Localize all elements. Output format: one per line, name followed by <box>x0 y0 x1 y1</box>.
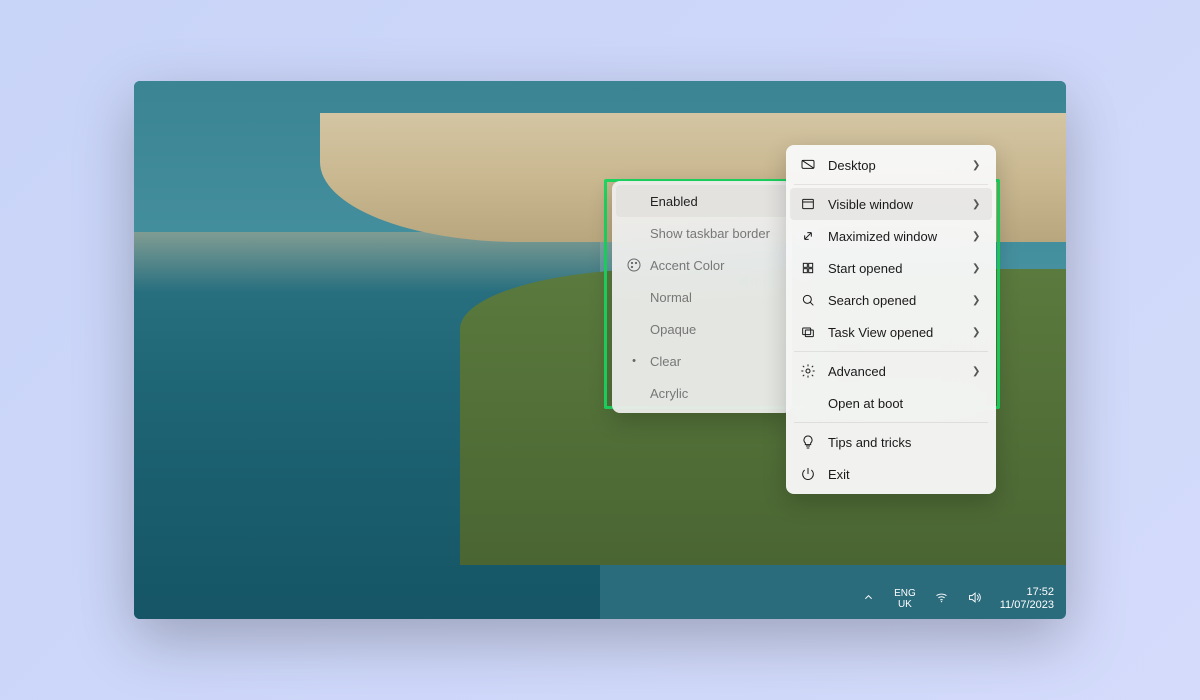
submenu-panel: Enabled Show taskbar border Accent Color… <box>612 181 792 413</box>
menu-label: Desktop <box>828 158 972 173</box>
keyboard-layout: UK <box>894 599 916 610</box>
submenu-show-taskbar-border[interactable]: Show taskbar border <box>616 217 788 249</box>
menu-open-at-boot[interactable]: Open at boot <box>790 387 992 419</box>
menu-label: Tips and tricks <box>828 435 982 450</box>
submenu-opaque[interactable]: Opaque <box>616 313 788 345</box>
wifi-button[interactable] <box>930 588 953 610</box>
blank-icon <box>800 395 816 411</box>
menu-label: Advanced <box>828 364 972 379</box>
menu-desktop[interactable]: Desktop ❯ <box>790 149 992 181</box>
menu-search-opened[interactable]: Search opened ❯ <box>790 284 992 316</box>
menu-tips-and-tricks[interactable]: Tips and tricks <box>790 426 992 458</box>
chevron-right-icon: ❯ <box>972 199 982 210</box>
maximize-icon <box>800 228 816 244</box>
menu-separator <box>794 422 988 423</box>
menu-label: Maximized window <box>828 229 972 244</box>
chevron-right-icon: ❯ <box>972 295 982 306</box>
submenu-label: Enabled <box>650 194 778 209</box>
language-switcher[interactable]: ENG UK <box>890 586 920 612</box>
language-code: ENG <box>894 588 916 599</box>
menu-task-view-opened[interactable]: Task View opened ❯ <box>790 316 992 348</box>
lightbulb-icon <box>800 434 816 450</box>
chevron-right-icon: ❯ <box>972 366 982 377</box>
submenu-label: Opaque <box>650 322 778 337</box>
desktop-icon <box>800 157 816 173</box>
menu-separator <box>794 351 988 352</box>
window-icon <box>800 196 816 212</box>
clock-button[interactable]: 17:52 11/07/2023 <box>996 584 1058 614</box>
submenu-acrylic[interactable]: Acrylic <box>616 377 788 409</box>
submenu-enabled[interactable]: Enabled <box>616 185 788 217</box>
taskbar: ENG UK 17:52 11/07/2023 <box>134 579 1066 619</box>
task-view-icon <box>800 324 816 340</box>
submenu-normal[interactable]: Normal <box>616 281 788 313</box>
gear-icon <box>800 363 816 379</box>
submenu-clear[interactable]: • Clear <box>616 345 788 377</box>
menu-start-opened[interactable]: Start opened ❯ <box>790 252 992 284</box>
menu-separator <box>794 184 988 185</box>
speaker-icon <box>967 590 982 608</box>
menu-label: Exit <box>828 467 982 482</box>
power-icon <box>800 466 816 482</box>
menu-label: Start opened <box>828 261 972 276</box>
chevron-up-icon <box>861 590 876 608</box>
palette-icon <box>626 257 642 273</box>
submenu-label: Clear <box>650 354 778 369</box>
menu-label: Task View opened <box>828 325 972 340</box>
chevron-right-icon: ❯ <box>972 231 982 242</box>
submenu-accent-color[interactable]: Accent Color <box>616 249 788 281</box>
bullet-icon: • <box>626 355 642 367</box>
menu-visible-window[interactable]: Visible window ❯ <box>790 188 992 220</box>
menu-advanced[interactable]: Advanced ❯ <box>790 355 992 387</box>
menu-label: Visible window <box>828 197 972 212</box>
start-icon <box>800 260 816 276</box>
menu-exit[interactable]: Exit <box>790 458 992 490</box>
search-icon <box>800 292 816 308</box>
menu-label: Open at boot <box>828 396 982 411</box>
desktop-screenshot: Enabled Show taskbar border Accent Color… <box>134 81 1066 619</box>
menu-maximized-window[interactable]: Maximized window ❯ <box>790 220 992 252</box>
taskbar-date: 11/07/2023 <box>1000 599 1054 612</box>
submenu-label: Acrylic <box>650 386 778 401</box>
submenu-label: Accent Color <box>650 258 778 273</box>
chevron-right-icon: ❯ <box>972 160 982 171</box>
submenu-label: Normal <box>650 290 778 305</box>
tray-overflow-button[interactable] <box>857 588 880 610</box>
volume-button[interactable] <box>963 588 986 610</box>
menu-label: Search opened <box>828 293 972 308</box>
chevron-right-icon: ❯ <box>972 263 982 274</box>
chevron-right-icon: ❯ <box>972 327 982 338</box>
taskbar-time: 17:52 <box>1000 586 1054 599</box>
submenu-label: Show taskbar border <box>650 226 778 241</box>
wifi-icon <box>934 590 949 608</box>
context-menu: Desktop ❯ Visible window ❯ Maximized win… <box>786 145 996 494</box>
